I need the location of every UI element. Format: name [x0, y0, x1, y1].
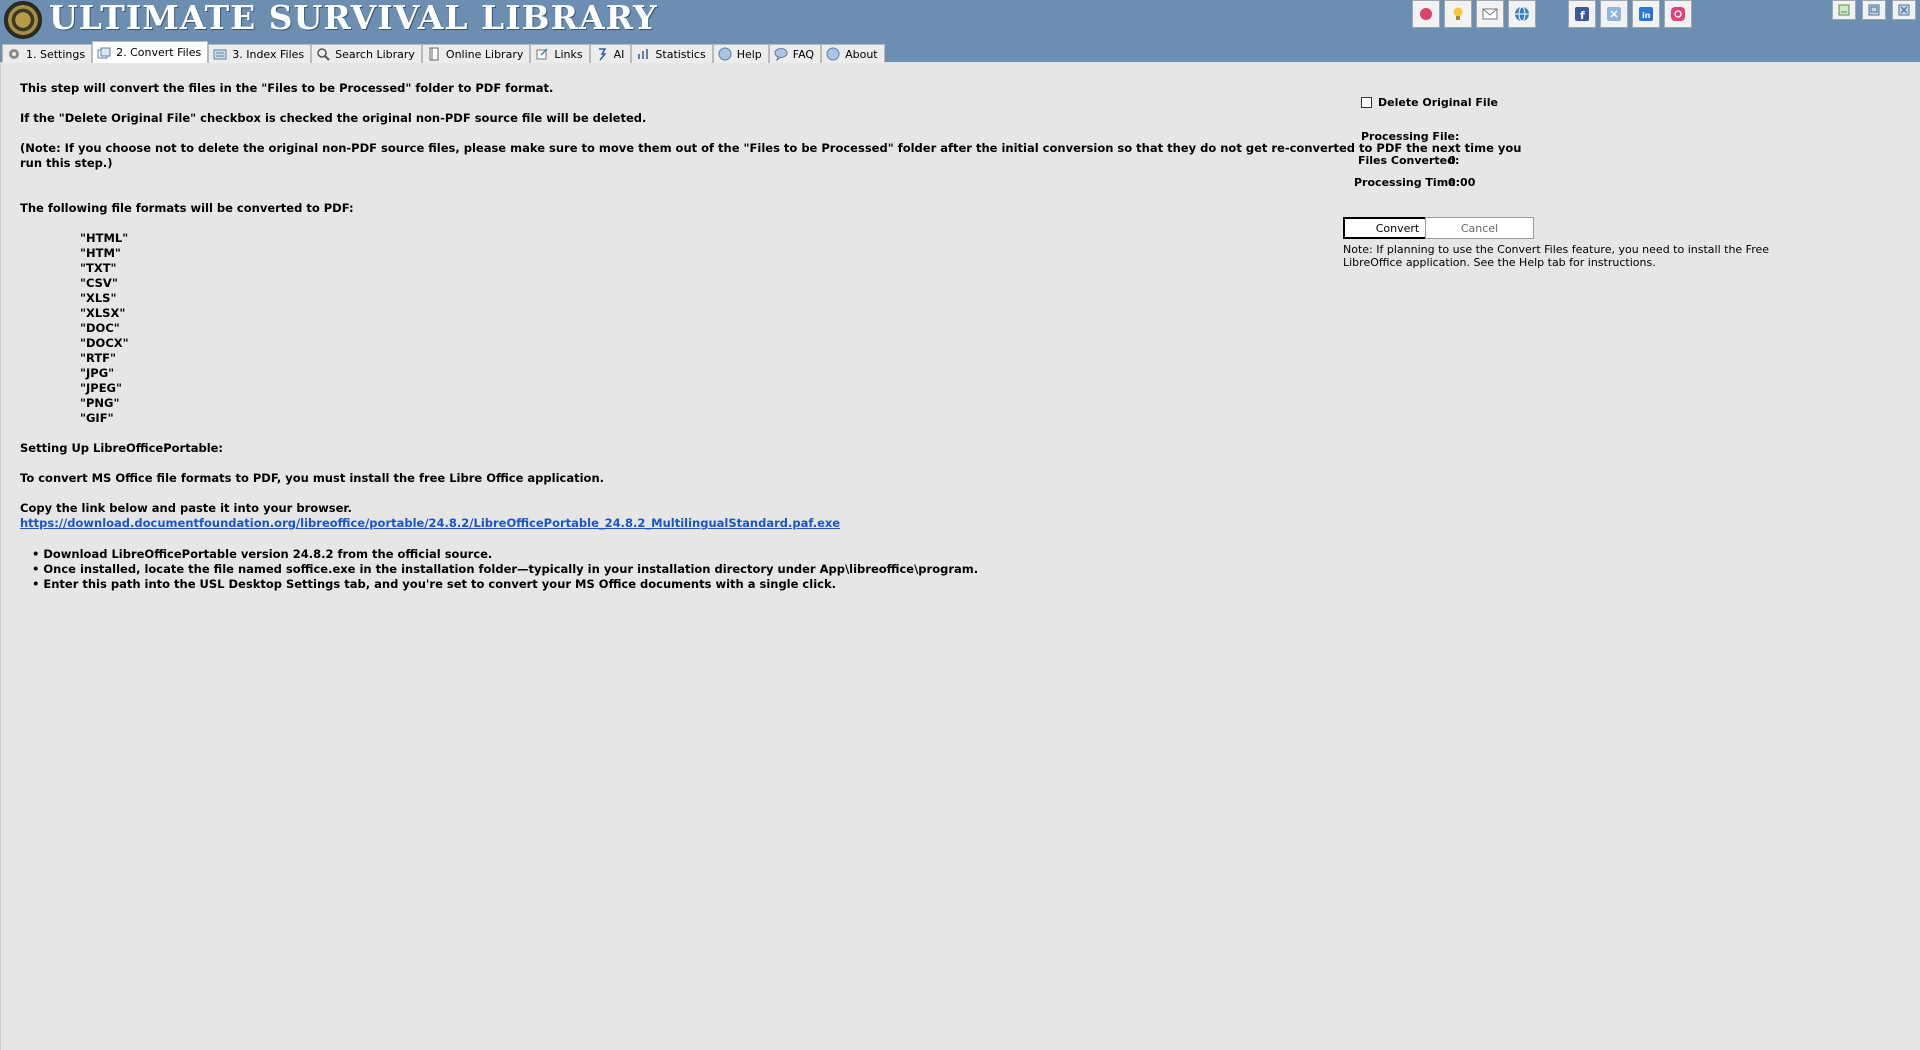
format-item: "HTML"	[80, 231, 129, 245]
processing-time-value: 0:00	[1448, 176, 1476, 189]
close-icon	[1898, 4, 1910, 16]
app-title: ULTIMATE SURVIVAL LIBRARY	[49, 0, 658, 37]
tab-label: About	[845, 47, 878, 61]
format-item: "PNG"	[80, 396, 120, 410]
list-item: Once installed, locate the file named so…	[32, 562, 978, 577]
convert-files-panel: This step will convert the files in the …	[0, 62, 1920, 1050]
envelope-icon	[1482, 8, 1498, 20]
title-bar: ULTIMATE SURVIVAL LIBRARY f in 1. Settin…	[0, 0, 1920, 63]
index-icon	[213, 49, 227, 60]
copy-link-text: Copy the link below and paste it into yo…	[20, 501, 352, 515]
linkedin-icon: in	[1639, 7, 1653, 21]
note-text-line1: (Note: If you choose not to delete the o…	[20, 141, 1522, 155]
svg-text:in: in	[1642, 11, 1651, 20]
book-icon	[429, 47, 439, 61]
cancel-button[interactable]: Cancel	[1425, 217, 1534, 239]
email-button[interactable]	[1476, 0, 1504, 28]
instagram-icon	[1671, 7, 1685, 21]
ai-icon	[598, 48, 607, 61]
formats-heading: The following file formats will be conve…	[20, 201, 354, 215]
tab-bar: 1. Settings 2. Convert Files 3. Index Fi…	[2, 41, 885, 63]
chart-icon	[638, 49, 649, 59]
format-item: "JPG"	[80, 366, 115, 380]
files-converted-value: 0	[1448, 154, 1456, 167]
tab-help[interactable]: Help	[712, 44, 769, 63]
minimize-button[interactable]	[1832, 0, 1856, 20]
format-item: "DOC"	[80, 321, 120, 335]
link-icon	[536, 48, 548, 60]
instagram-button[interactable]	[1664, 0, 1692, 28]
tab-about[interactable]: About	[821, 44, 885, 63]
linkedin-button[interactable]: in	[1632, 0, 1660, 28]
processing-file-label: Processing File:	[1361, 130, 1460, 143]
maximize-button[interactable]	[1862, 0, 1886, 20]
tab-label: 3. Index Files	[232, 47, 305, 61]
gear-icon	[9, 49, 19, 59]
minimize-icon	[1838, 4, 1850, 16]
facebook-button[interactable]: f	[1568, 0, 1596, 28]
record-button[interactable]	[1412, 0, 1440, 28]
svg-text:f: f	[1580, 9, 1585, 22]
tab-index-files[interactable]: 3. Index Files	[208, 44, 312, 63]
idea-button[interactable]	[1444, 0, 1472, 28]
setup-heading: Setting Up LibreOfficePortable:	[20, 441, 224, 455]
format-item: "RTF"	[80, 351, 117, 365]
tab-statistics[interactable]: Statistics	[631, 44, 713, 63]
help-icon	[718, 47, 732, 61]
format-item: "XLS"	[80, 291, 117, 305]
libreoffice-download-link[interactable]: https://download.documentfoundation.org/…	[20, 516, 840, 530]
x-icon	[1607, 7, 1621, 21]
files-converted-label: Files Converted:	[1358, 154, 1460, 167]
record-icon	[1420, 8, 1432, 20]
tab-faq[interactable]: FAQ	[768, 44, 822, 63]
maximize-icon	[1868, 4, 1880, 16]
setup-text: To convert MS Office file formats to PDF…	[20, 471, 605, 485]
convert-icon	[97, 47, 111, 58]
globe-icon	[1515, 6, 1529, 22]
tab-label: Statistics	[655, 47, 706, 61]
tab-ai[interactable]: AI	[589, 44, 632, 63]
format-item: "TXT"	[80, 261, 117, 275]
delete-info-text: If the "Delete Original File" checkbox i…	[20, 111, 647, 125]
format-item: "DOCX"	[80, 336, 129, 350]
tab-search-library[interactable]: Search Library	[311, 44, 422, 63]
delete-original-checkbox[interactable]	[1361, 97, 1372, 108]
format-item: "GIF"	[80, 411, 114, 425]
list-item: Enter this path into the USL Desktop Set…	[32, 577, 978, 592]
tab-online-library[interactable]: Online Library	[421, 44, 531, 63]
tab-label: FAQ	[792, 47, 815, 61]
delete-original-label: Delete Original File	[1378, 96, 1498, 109]
tab-label: Search Library	[335, 47, 415, 61]
emblem-icon	[4, 1, 42, 39]
processing-time-label: Processing Time:	[1354, 176, 1461, 189]
lightbulb-icon	[1453, 7, 1463, 20]
tab-convert-files[interactable]: 2. Convert Files	[92, 41, 209, 63]
format-item: "HTM"	[80, 246, 121, 260]
search-icon	[317, 48, 330, 61]
tab-label: 2. Convert Files	[116, 46, 202, 59]
tab-label: Links	[554, 47, 583, 61]
note-text-line2: run this step.)	[20, 156, 113, 170]
x-button[interactable]	[1600, 0, 1628, 28]
instruction-list: Download LibreOfficePortable version 24.…	[32, 547, 978, 592]
format-item: "XLSX"	[80, 306, 126, 320]
close-button[interactable]	[1892, 0, 1916, 20]
faq-icon	[774, 48, 788, 61]
tab-label: Online Library	[445, 47, 524, 61]
info-icon	[826, 47, 840, 61]
tab-label: AI	[613, 47, 625, 61]
intro-text: This step will convert the files in the …	[20, 81, 554, 95]
tab-settings[interactable]: 1. Settings	[2, 44, 93, 63]
tab-links[interactable]: Links	[530, 44, 590, 63]
list-item: Download LibreOfficePortable version 24.…	[32, 547, 978, 562]
facebook-icon: f	[1575, 7, 1589, 22]
tab-label: 1. Settings	[26, 47, 86, 61]
web-button[interactable]	[1508, 0, 1536, 28]
libreoffice-note: Note: If planning to use the Convert Fil…	[1343, 243, 1770, 269]
tab-label: Help	[736, 47, 762, 61]
format-item: "CSV"	[80, 276, 118, 290]
format-item: "JPEG"	[80, 381, 122, 395]
